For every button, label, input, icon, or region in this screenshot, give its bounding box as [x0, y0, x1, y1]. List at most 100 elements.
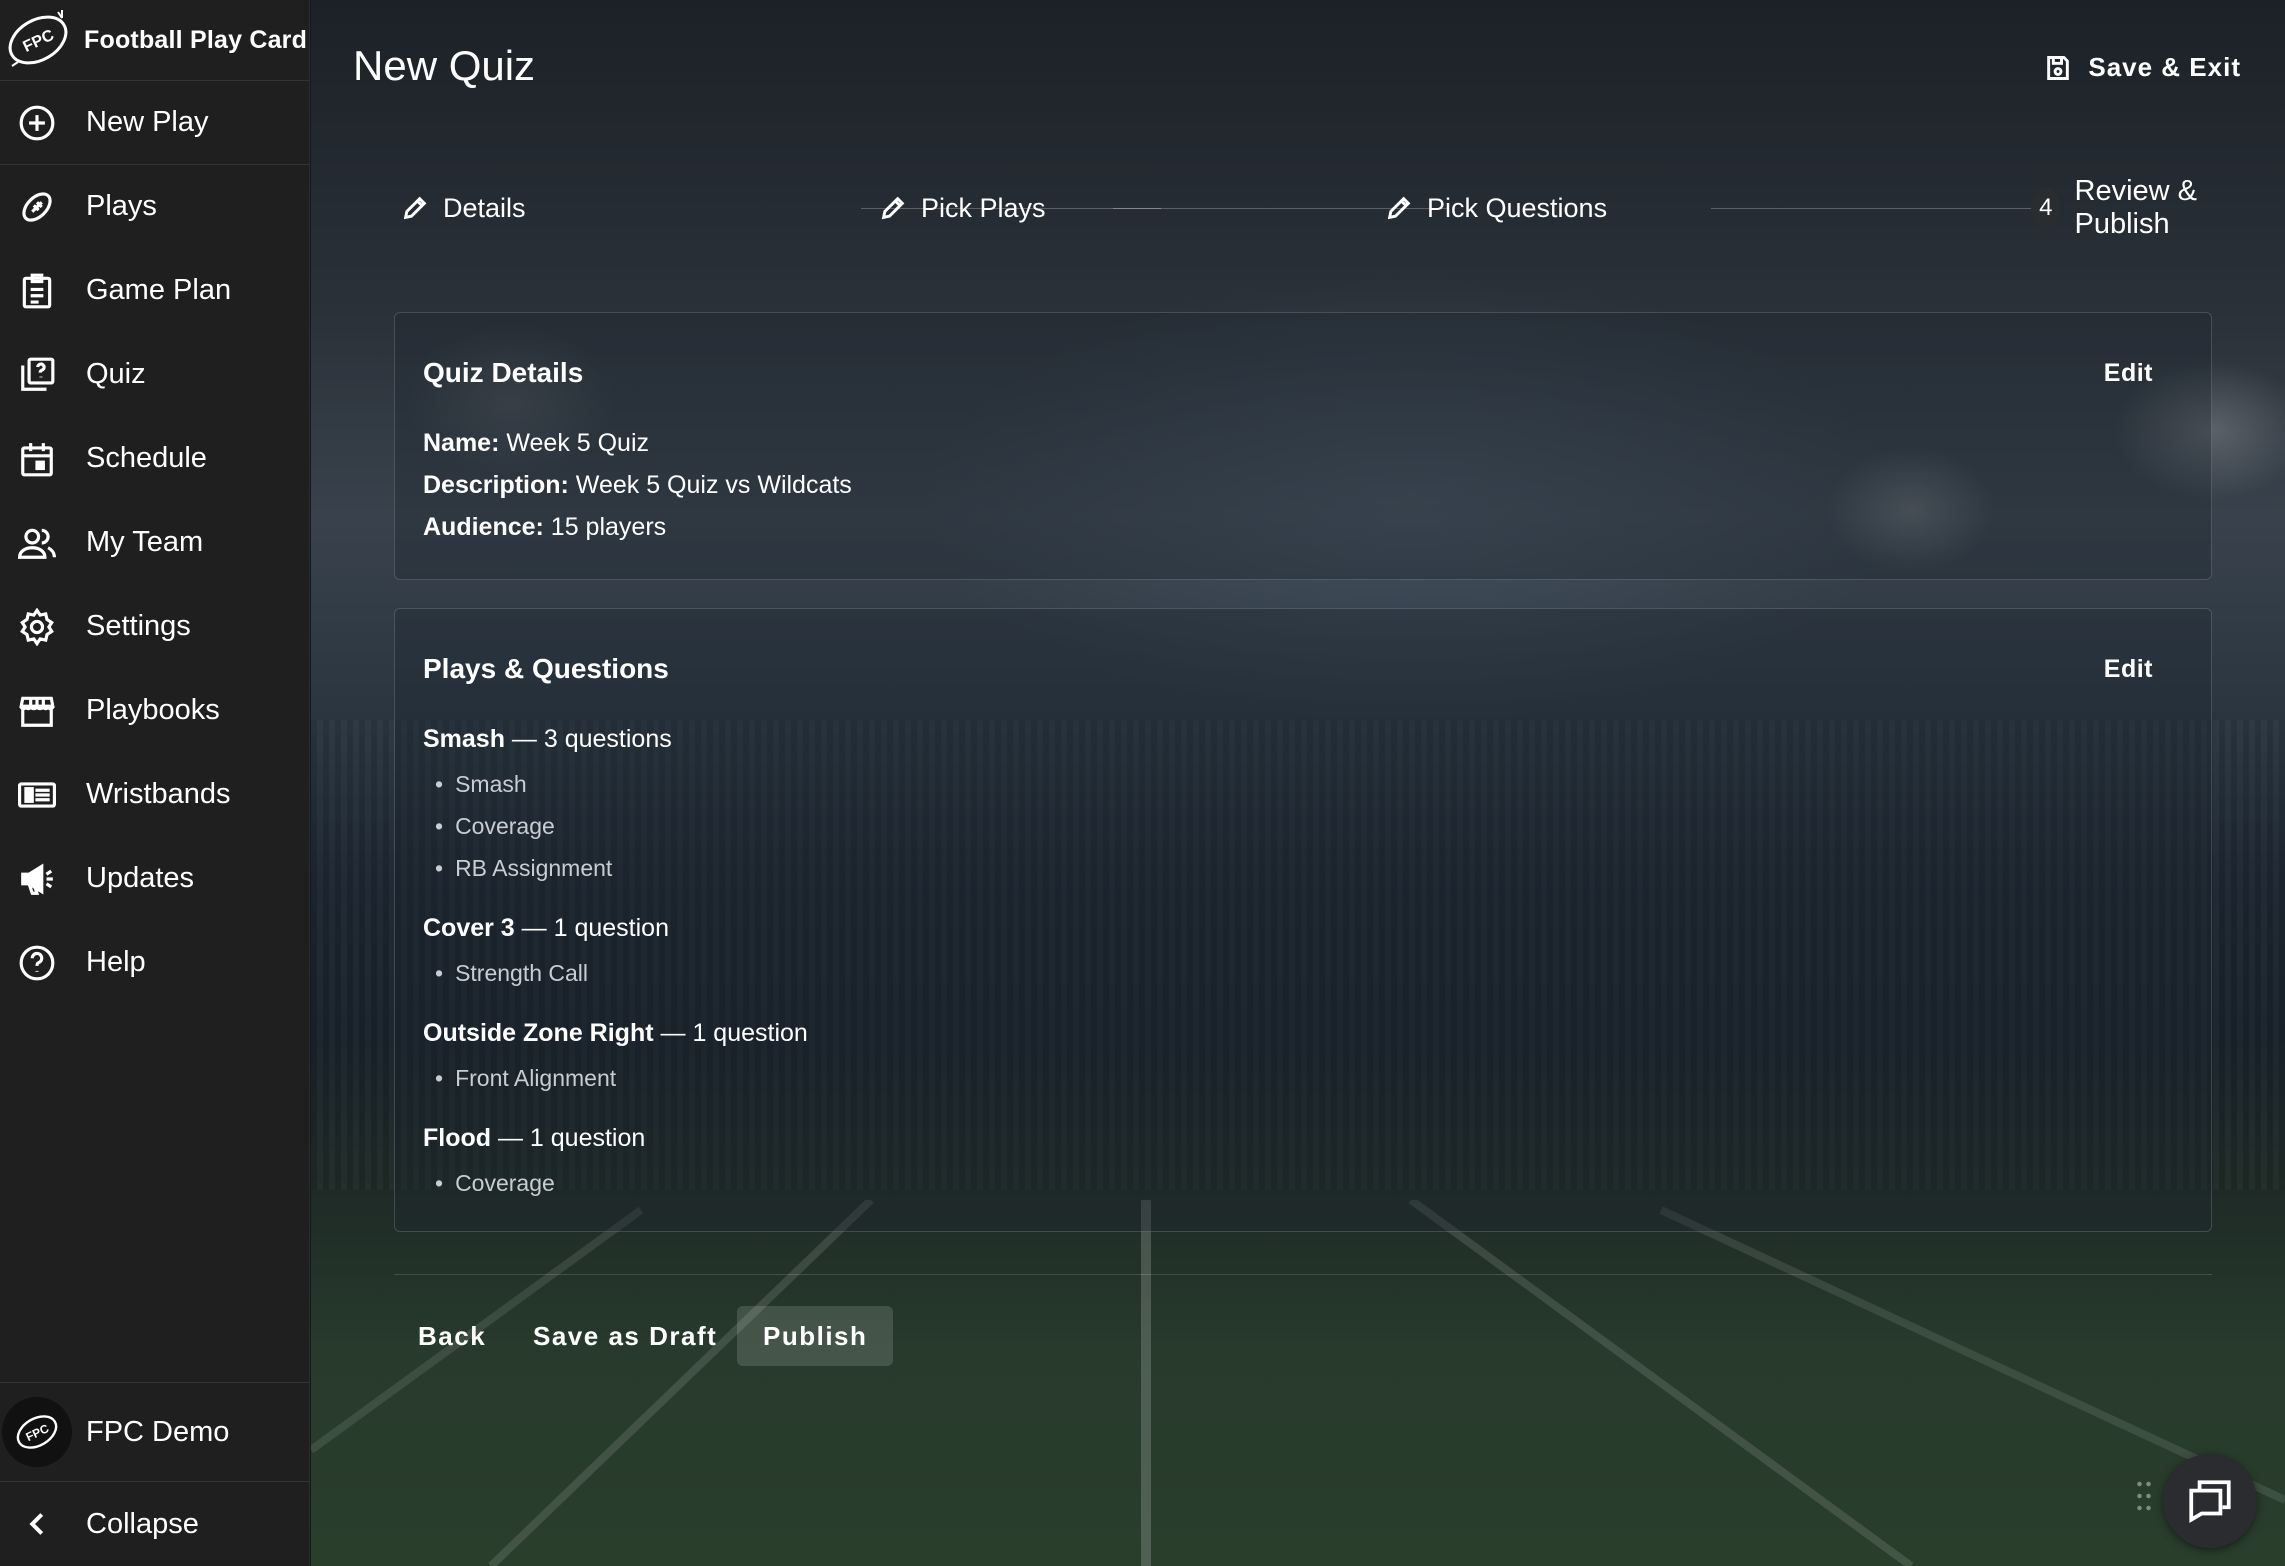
step-pick-plays[interactable]: Pick Plays	[879, 186, 1046, 230]
quiz-audience-row: Audience: 15 players	[423, 513, 666, 542]
quiz-details-edit-button[interactable]: Edit	[2104, 359, 2153, 388]
sidebar-item-label: Game Plan	[86, 274, 232, 306]
help-icon	[19, 945, 55, 980]
sidebar-bottom: FPC FPC Demo Collapse	[0, 1382, 309, 1566]
step-pick-questions[interactable]: Pick Questions	[1385, 186, 1607, 230]
save-icon	[2047, 55, 2070, 80]
play-row: Flood — 1 question	[423, 1124, 645, 1153]
collapse-button[interactable]: Collapse	[0, 1482, 309, 1566]
chevron-left-icon	[29, 1513, 44, 1535]
brand[interactable]: FPC Football Play Card	[0, 0, 309, 81]
quiz-audience-value: 15 players	[543, 513, 667, 541]
wristband-icon	[18, 781, 56, 808]
publish-button[interactable]: Publish	[737, 1306, 894, 1366]
play-name: Cover 3	[423, 914, 515, 942]
back-button[interactable]: Back	[418, 1306, 486, 1366]
chat-icon	[2189, 1480, 2231, 1524]
play-question-count: — 1 question	[491, 1124, 646, 1152]
quiz-audience-label: Audience:	[423, 513, 544, 541]
step-label: Pick Questions	[1427, 192, 1608, 223]
app-root: FPC Football Play Card New Play Plays Ga…	[0, 0, 2285, 1566]
question-item: Strength Call	[435, 960, 588, 987]
play-name: Smash	[423, 725, 505, 753]
sidebar-item-new-play[interactable]: New Play	[0, 81, 309, 165]
sidebar-item-help[interactable]: Help	[0, 921, 309, 1005]
user-name: FPC Demo	[86, 1415, 230, 1448]
sidebar-item-playbooks[interactable]: Playbooks	[0, 669, 309, 753]
quiz-name-label: Name:	[423, 429, 500, 457]
play-question-count: — 1 question	[514, 914, 669, 942]
plays-questions-edit-button[interactable]: Edit	[2104, 655, 2153, 684]
quiz-icon	[21, 357, 55, 391]
collapse-label: Collapse	[86, 1507, 199, 1540]
chat-button[interactable]	[2163, 1454, 2257, 1548]
team-icon	[18, 528, 56, 559]
save-exit-button[interactable]: Save & Exit	[2044, 52, 2241, 83]
play-name: Outside Zone Right	[423, 1019, 654, 1047]
megaphone-icon	[21, 862, 53, 895]
pencil-icon	[403, 196, 427, 220]
play-question-count: — 1 question	[653, 1019, 808, 1047]
play-row: Outside Zone Right — 1 question	[423, 1019, 808, 1048]
pencil-icon	[1387, 196, 1411, 220]
plays-questions-card: Plays & Questions Edit Smash — 3 questio…	[394, 608, 2212, 1232]
sidebar-item-label: Settings	[86, 610, 191, 642]
gear-icon	[20, 607, 54, 646]
field-lines-background	[311, 1200, 2285, 1566]
logo-text: FPC	[21, 27, 58, 56]
plays-questions-title: Plays & Questions	[423, 653, 669, 684]
pencil-icon	[881, 196, 905, 220]
question-item: RB Assignment	[435, 855, 612, 882]
sidebar-item-schedule[interactable]: Schedule	[0, 417, 309, 501]
step-label: Pick Plays	[921, 192, 1046, 223]
sidebar-item-label: Playbooks	[86, 694, 220, 726]
step-connector	[1711, 208, 2031, 209]
sidebar-item-my-team[interactable]: My Team	[0, 501, 309, 585]
play-name: Flood	[423, 1124, 492, 1152]
sidebar-item-quiz[interactable]: Quiz	[0, 333, 309, 417]
sidebar-item-label: My Team	[86, 526, 204, 558]
clipboard-icon	[22, 273, 52, 308]
step-label: Review & Publish	[2074, 175, 2198, 240]
page-title: New Quiz	[353, 42, 536, 89]
football-icon	[22, 191, 52, 222]
sidebar-item-updates[interactable]: Updates	[0, 837, 309, 921]
sidebar-item-label: Schedule	[86, 442, 207, 474]
sidebar-item-label: Plays	[86, 190, 157, 222]
save-draft-button[interactable]: Save as Draft	[533, 1306, 717, 1366]
quiz-description-row: Description: Week 5 Quiz vs Wildcats	[423, 471, 852, 500]
sidebar-item-label: New Play	[86, 106, 209, 138]
user-profile[interactable]: FPC FPC Demo	[0, 1382, 309, 1482]
sidebar-item-label: Updates	[86, 862, 195, 894]
quiz-name-value: Week 5 Quiz	[499, 429, 650, 457]
app-title: Football Play Card	[84, 25, 308, 54]
sidebar-item-settings[interactable]: Settings	[0, 585, 309, 669]
fpc-avatar-icon: FPC	[16, 1415, 58, 1449]
step-details[interactable]: Details	[401, 186, 526, 230]
calendar-icon	[21, 442, 53, 476]
sidebar: FPC Football Play Card New Play Plays Ga…	[0, 0, 310, 1566]
step-label: Details	[443, 192, 526, 223]
quiz-name-row: Name: Week 5 Quiz	[423, 429, 649, 458]
plus-circle-icon	[19, 105, 55, 140]
sidebar-item-label: Quiz	[86, 358, 146, 390]
save-exit-label: Save & Exit	[2088, 52, 2241, 82]
quiz-description-value: Week 5 Quiz vs Wildcats	[568, 471, 852, 499]
sidebar-item-wristbands[interactable]: Wristbands	[0, 753, 309, 837]
drag-handle-icon[interactable]	[2135, 1478, 2153, 1514]
question-item: Front Alignment	[435, 1065, 616, 1092]
play-row: Cover 3 — 1 question	[423, 914, 669, 943]
question-item: Coverage	[435, 1170, 555, 1197]
store-icon	[19, 696, 55, 727]
step-number: 4	[2031, 188, 2061, 228]
quiz-details-title: Quiz Details	[423, 357, 584, 388]
question-item: Smash	[435, 771, 527, 798]
sidebar-item-label: Wristbands	[86, 778, 231, 810]
sidebar-item-plays[interactable]: Plays	[0, 165, 309, 249]
sidebar-item-game-plan[interactable]: Game Plan	[0, 249, 309, 333]
play-row: Smash — 3 questions	[423, 725, 672, 754]
question-item: Coverage	[435, 813, 555, 840]
quiz-details-card: Quiz Details Edit Name: Week 5 Quiz Desc…	[394, 312, 2212, 580]
avatar: FPC	[2, 1397, 72, 1467]
step-review-publish[interactable]: 4 Review & Publish	[2031, 175, 2241, 240]
